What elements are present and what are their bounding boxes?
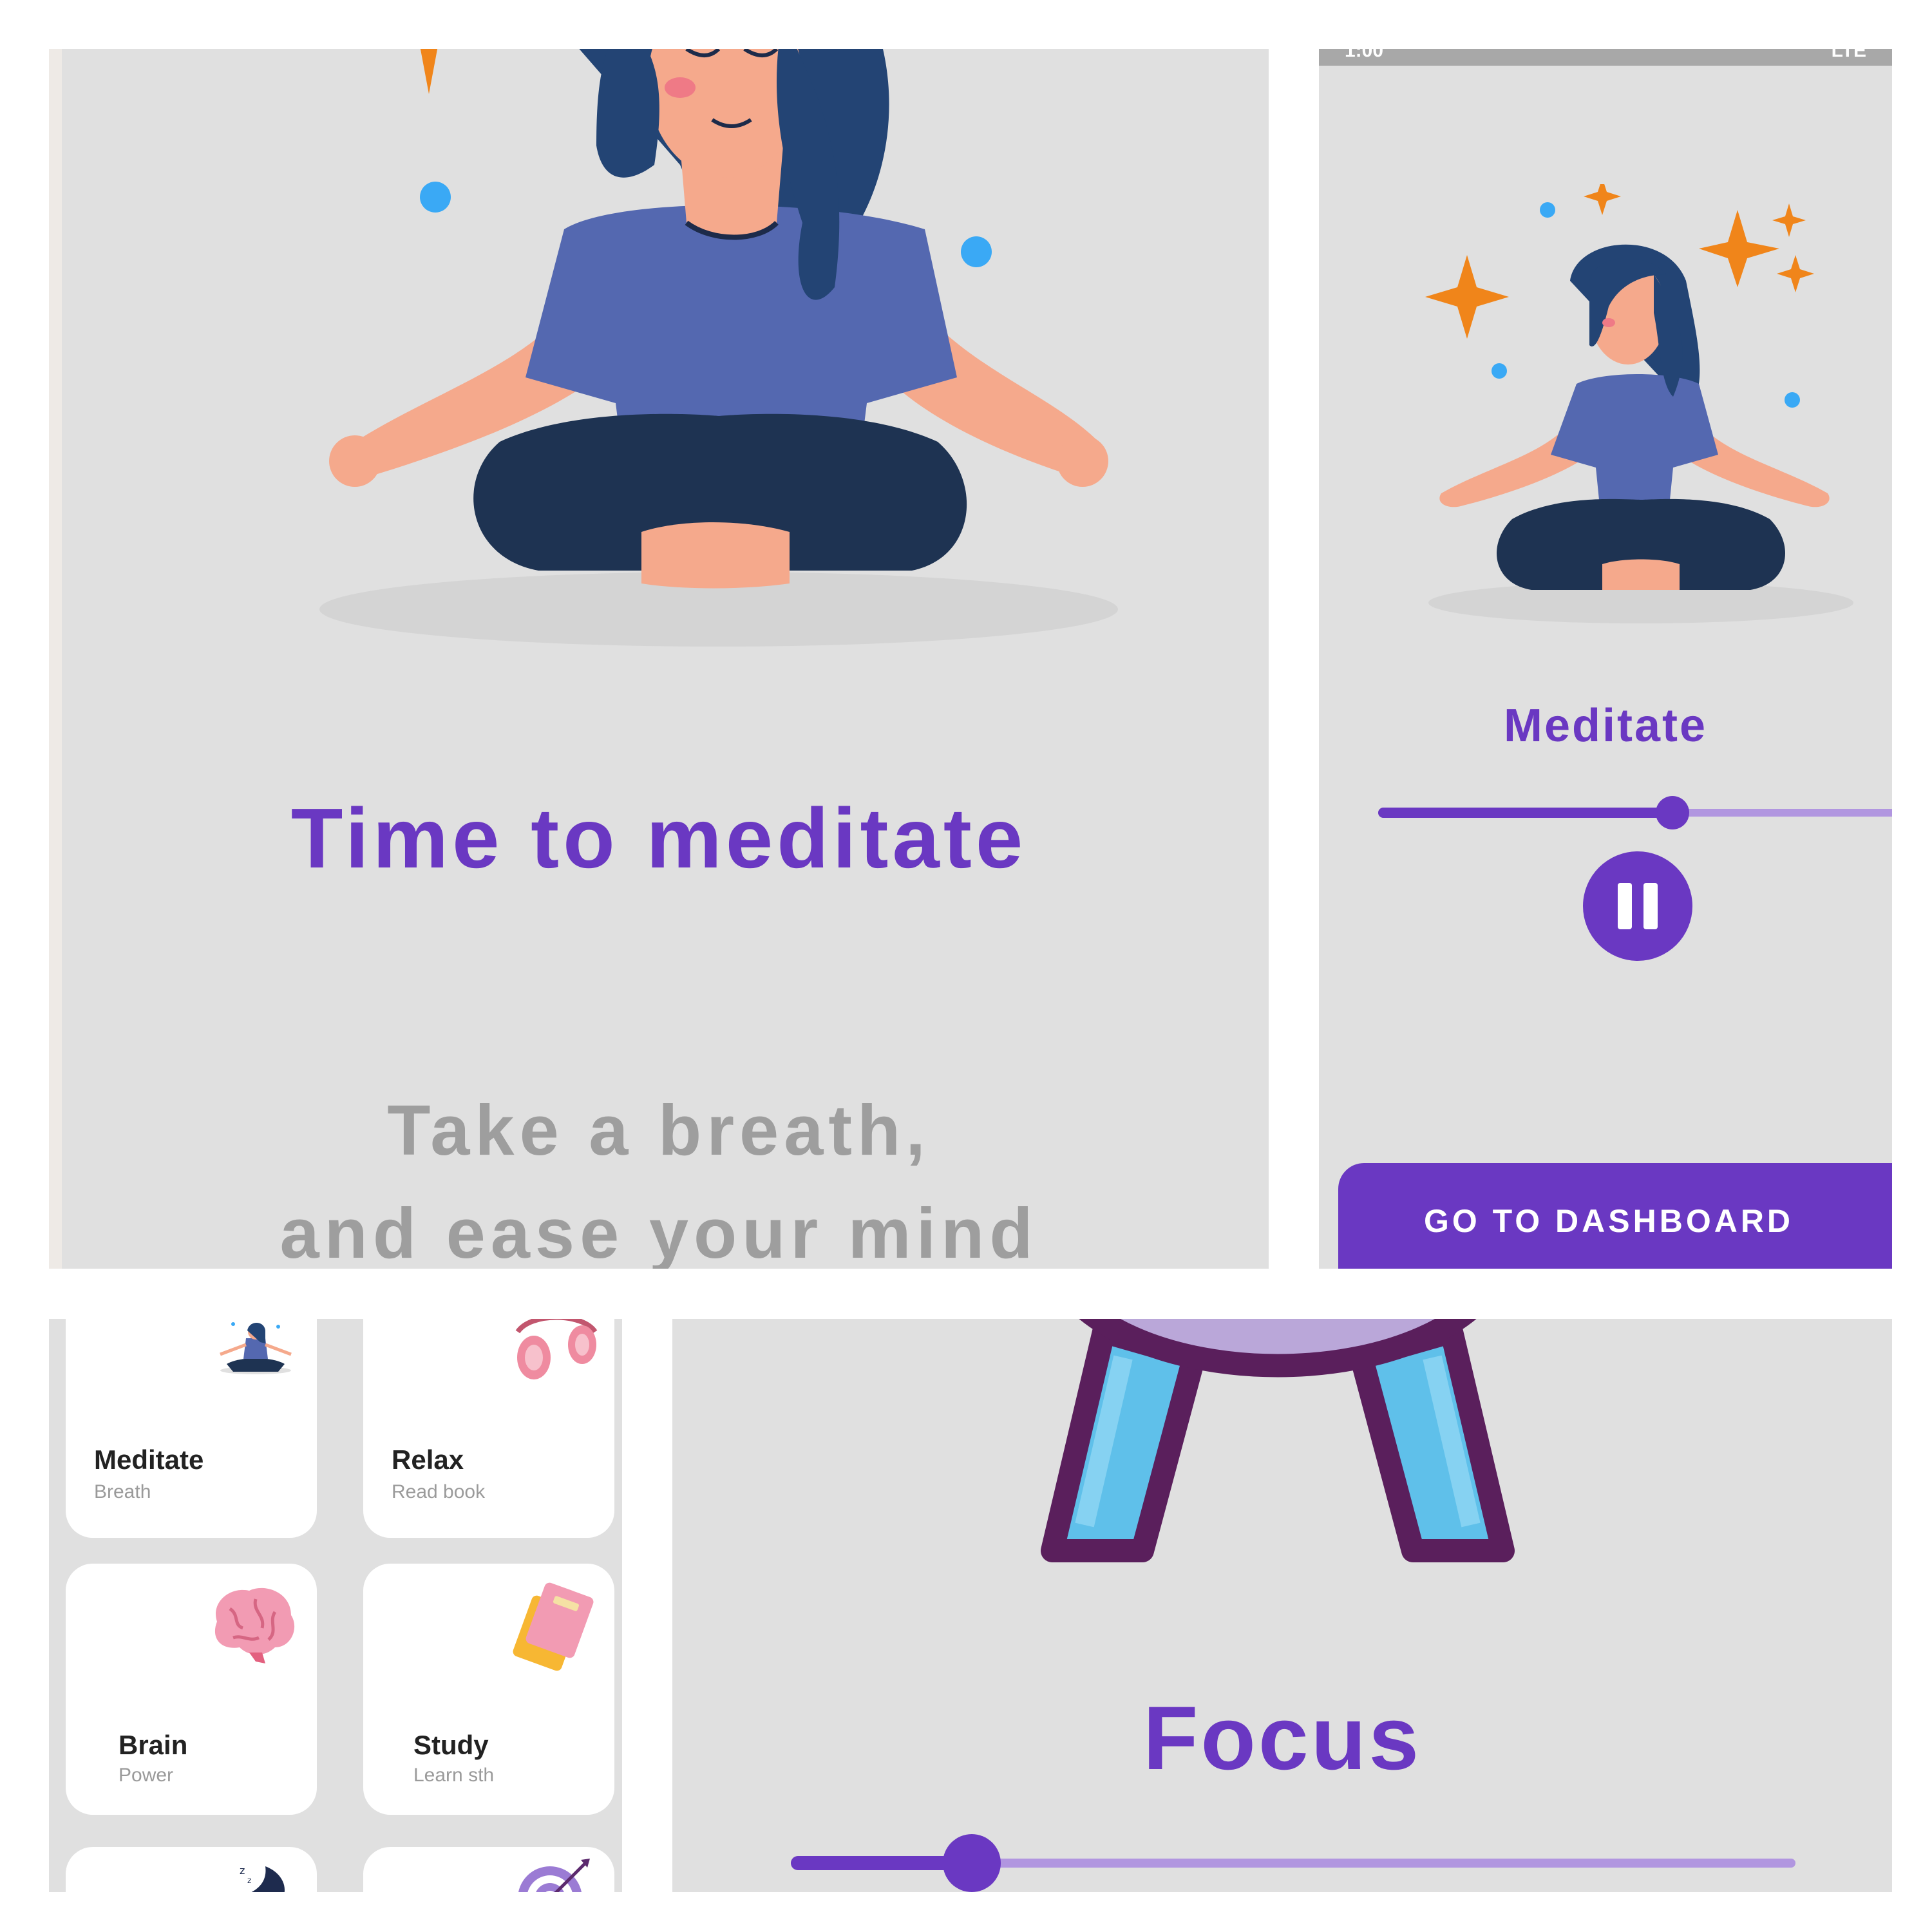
pause-icon — [1618, 883, 1632, 929]
screen-title: Time to meditate — [290, 791, 1027, 886]
dashboard-grid: Meditate Breath Relax Read book Brain Po… — [49, 1319, 622, 1892]
meditation-icon — [220, 1322, 292, 1374]
subtitle-line: Take a breath, — [387, 1091, 931, 1170]
subtitle-line: and ease your mind — [279, 1194, 1038, 1269]
pause-button[interactable] — [1583, 851, 1692, 961]
go-to-dashboard-button[interactable]: GO TO DASHBOARD — [1338, 1163, 1892, 1269]
progress-fill — [1378, 808, 1672, 818]
card-brain[interactable]: Brain Power — [66, 1564, 317, 1815]
moon-sleep-icon: z z — [240, 1864, 285, 1892]
target-stand-illustration — [1041, 1319, 1515, 1562]
target-icon — [518, 1859, 590, 1892]
card-focus[interactable] — [363, 1847, 614, 1892]
progress-thumb[interactable] — [1655, 796, 1689, 829]
card-meditate[interactable]: Meditate Breath — [66, 1319, 317, 1538]
status-bar — [1319, 49, 1892, 66]
focus-screen: Focus — [672, 1319, 1892, 1892]
screen-subtitle: Take a breath, and ease your mind — [49, 1079, 1269, 1269]
card-title: Relax — [392, 1444, 464, 1475]
card-subtitle: Power — [118, 1765, 174, 1786]
pause-icon — [1643, 883, 1658, 929]
card-subtitle: Breath — [94, 1481, 151, 1502]
meditation-player-screen: 1:00 LTE Meditate GO TO DASHBOARD — [1319, 49, 1892, 1269]
card-sleep[interactable]: z z — [66, 1847, 317, 1892]
session-label: Focus — [1142, 1687, 1422, 1788]
card-subtitle: Read book — [392, 1481, 486, 1502]
brain-icon — [214, 1587, 295, 1663]
meditate-intro-screen: Time to meditate Take a breath, and ease… — [49, 49, 1269, 1269]
headphones-icon — [515, 1319, 598, 1379]
status-time: 1:00 — [1345, 49, 1384, 61]
status-network: LTE — [1831, 49, 1866, 61]
meditating-woman-illustration — [319, 49, 1118, 647]
card-title: Brain — [118, 1730, 188, 1760]
progress-thumb[interactable] — [942, 1834, 1001, 1892]
card-subtitle: Learn sth — [413, 1765, 495, 1786]
svg-text:z: z — [240, 1864, 245, 1877]
meditating-woman-illustration — [1425, 184, 1853, 623]
session-label: Meditate — [1503, 700, 1708, 752]
notebook-icon — [513, 1582, 594, 1671]
svg-text:z: z — [247, 1876, 251, 1885]
card-title: Study — [413, 1730, 489, 1760]
card-study[interactable]: Study Learn sth — [363, 1564, 614, 1815]
card-title: Meditate — [94, 1444, 204, 1475]
card-relax[interactable]: Relax Read book — [363, 1319, 614, 1538]
